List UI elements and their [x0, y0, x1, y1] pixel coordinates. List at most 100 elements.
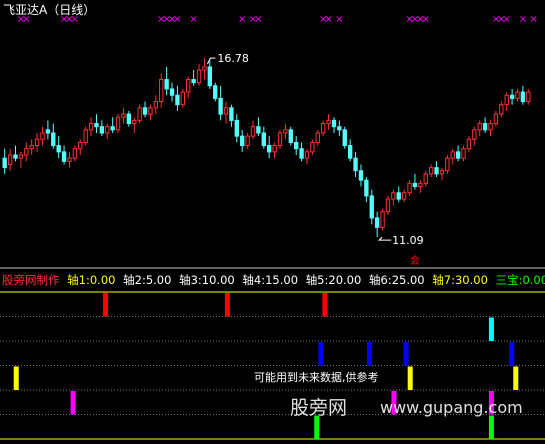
indicator-header: 股旁网制作 轴1:0.00 轴2:5.00 轴3:10.00 轴4:15.00 …	[2, 273, 545, 287]
candle-body-up	[526, 91, 531, 103]
cross-signal-mark: ×	[71, 14, 79, 25]
candle-body-up	[407, 182, 412, 194]
low-price-label: 11.09	[392, 234, 424, 247]
candle-body-up	[121, 113, 126, 118]
candle-body-up	[326, 119, 331, 125]
candle-body-up	[277, 132, 283, 147]
candle-body-down	[364, 179, 369, 197]
candle-body-down	[218, 97, 223, 115]
candle	[137, 104, 142, 124]
candle-body-down	[294, 141, 299, 150]
candle-body-down	[331, 119, 337, 128]
sanbao-value: 0.00	[522, 273, 545, 287]
up-arrow-icon: 会	[410, 254, 420, 267]
signal-bar	[488, 415, 494, 439]
candle-body-down	[396, 192, 401, 200]
candle-body-down	[256, 126, 261, 134]
candle-body-up	[504, 94, 509, 106]
cross-signal-mark: ×	[422, 14, 430, 25]
watermark-url: www.gupang.com	[380, 398, 523, 417]
candle	[277, 129, 283, 149]
cross-signal-mark: ×	[335, 14, 343, 25]
candle-body-down	[261, 132, 266, 147]
candle	[342, 126, 347, 149]
signal-bar	[513, 366, 519, 390]
candle-body-down	[353, 157, 358, 172]
candle-body-up	[132, 119, 137, 125]
candle-body-up	[472, 129, 477, 140]
axis4-label: 轴4:	[242, 273, 265, 287]
candle	[288, 126, 293, 146]
candle-body-up	[88, 123, 94, 131]
cross-signal-mark: ×	[324, 14, 332, 25]
candle-body-down	[13, 154, 18, 159]
candle-body-down	[56, 145, 61, 153]
candle-body-down	[51, 132, 56, 147]
axis1-value: 0.00	[90, 273, 116, 287]
candle-body-up	[493, 113, 499, 125]
candle-body-down	[94, 123, 99, 128]
axis1-label: 轴1:	[67, 273, 90, 287]
candle-body-up	[72, 148, 78, 159]
candle-body-up	[40, 132, 45, 140]
cross-signal-mark: ×	[503, 14, 511, 25]
candle-body-up	[401, 192, 407, 200]
candle-body-up	[321, 123, 326, 134]
candle-body-up	[272, 145, 277, 153]
signal-bar	[322, 293, 328, 317]
candle-body-up	[461, 148, 466, 159]
candle-body-down	[337, 126, 342, 131]
signal-bar	[407, 366, 413, 390]
candle	[83, 126, 88, 146]
cross-signal-mark: ×	[22, 14, 30, 25]
cross-signal-mark: ×	[238, 14, 246, 25]
candle-body-up	[34, 138, 40, 147]
signal-bar	[13, 366, 19, 390]
cross-signal-mark: ×	[254, 14, 262, 25]
candle-body-up	[186, 78, 191, 93]
candle-body-up	[439, 170, 445, 175]
candle	[180, 88, 186, 108]
candle-body-down	[45, 129, 51, 134]
candle-body-down	[342, 129, 347, 147]
candle-body-up	[137, 107, 142, 121]
axis6-value: 25.00	[392, 273, 425, 287]
indicator-source: 股旁网制作	[2, 273, 60, 287]
cross-signal-mark: ×	[173, 14, 181, 25]
stock-chart: 飞亚达A（日线） ×× ××× ×××× × × ×× ×× × ×××× ××× × × 16.78…	[0, 0, 545, 444]
cross-signal-mark: ×	[530, 14, 538, 25]
axis5-value: 20.00	[328, 273, 361, 287]
candle-body-down	[288, 129, 293, 143]
candle-body-up	[24, 148, 29, 156]
candle-body-down	[191, 78, 196, 84]
sanbao-label: 三宝:	[496, 273, 523, 287]
signal-bar	[314, 415, 320, 439]
candle-body-up	[477, 123, 482, 131]
axis3-value: 10.00	[202, 273, 235, 287]
future-data-note: 可能用到未来数据,供参考	[254, 370, 379, 384]
candle-body-up	[304, 151, 310, 159]
candle-body-up	[450, 151, 455, 159]
candle-body-up	[428, 167, 434, 175]
candle-body-up	[180, 91, 186, 106]
candle-body-up	[380, 211, 385, 228]
axis4-value: 15.00	[265, 273, 298, 287]
candle-body-down	[299, 148, 304, 159]
axis7-value: 30.00	[455, 273, 488, 287]
candle	[445, 155, 450, 174]
candle-body-down	[482, 123, 488, 131]
candle-body-up	[83, 129, 88, 143]
candle-body-down	[99, 126, 105, 134]
candle-body-down	[164, 78, 169, 90]
candle-body-down	[434, 167, 439, 175]
candle-body-down	[169, 88, 175, 96]
candle-body-up	[159, 78, 164, 103]
candle-body-up	[105, 126, 110, 134]
candle-body-down	[207, 66, 212, 87]
candle-body-up	[499, 104, 504, 115]
candle-body-up	[283, 129, 288, 134]
candle-body-down	[412, 182, 418, 187]
axis3-label: 轴3:	[179, 273, 202, 287]
candle-body-up	[29, 145, 34, 150]
axis2-value: 5.00	[146, 273, 172, 287]
